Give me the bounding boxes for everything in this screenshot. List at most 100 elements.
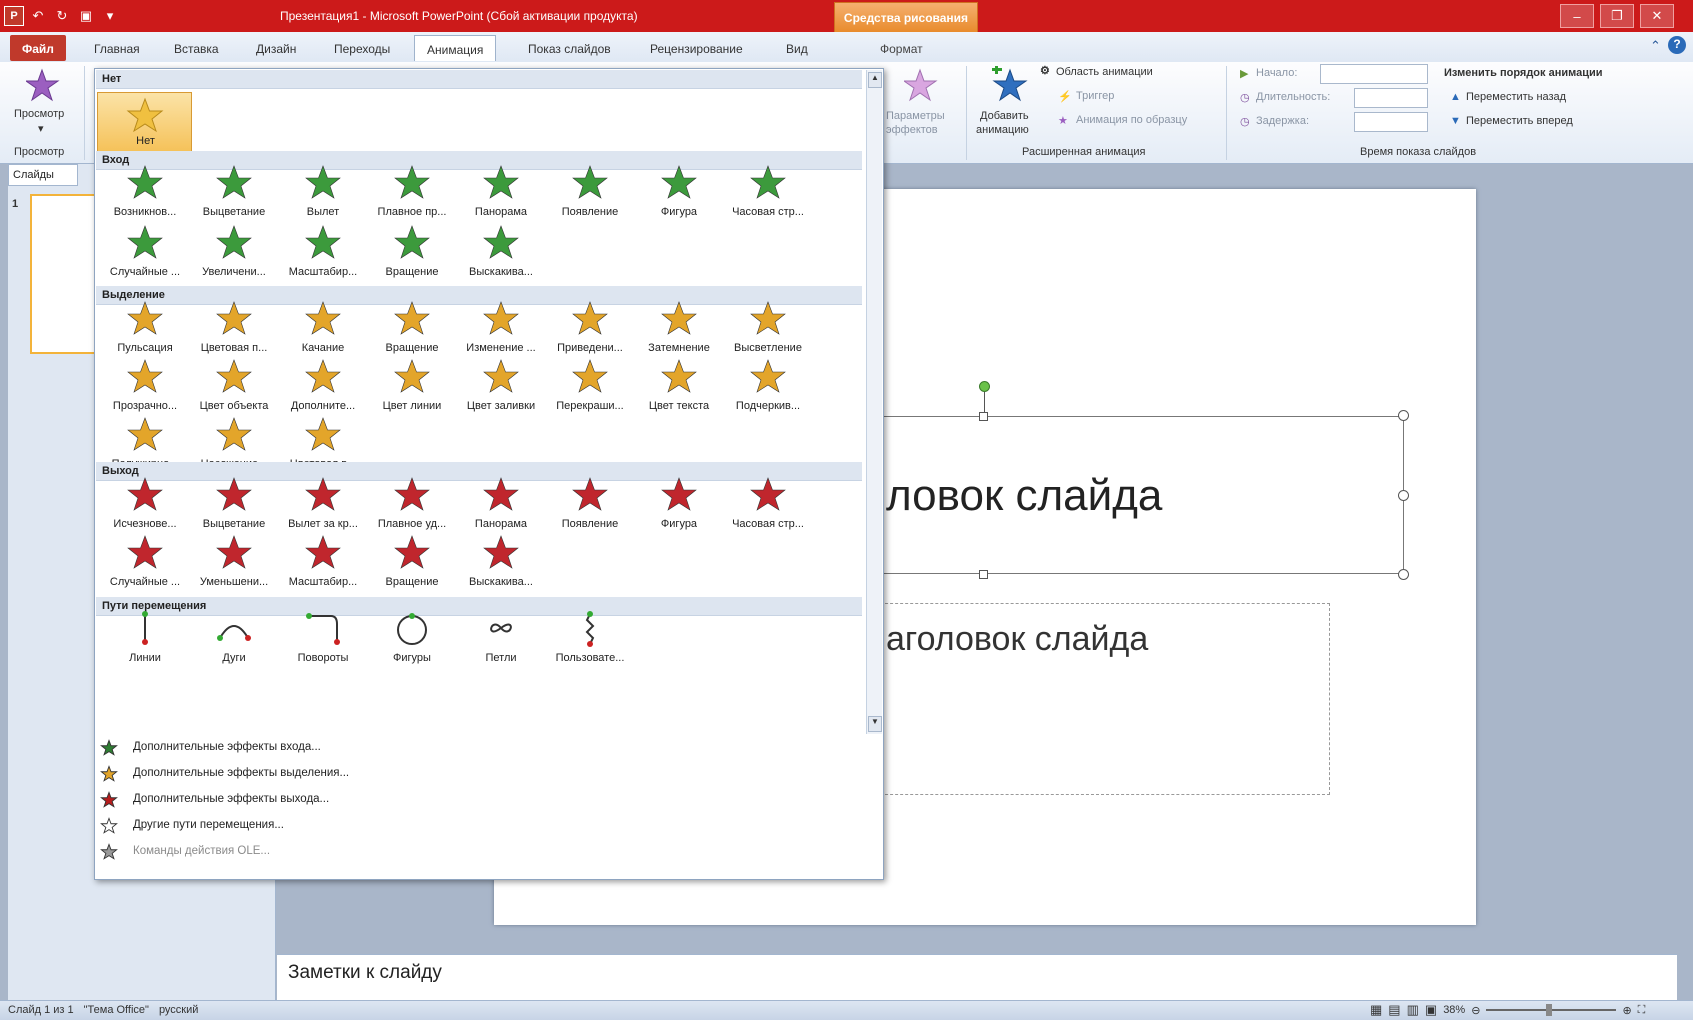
minimize-icon[interactable]: – (1560, 4, 1594, 28)
animation-item[interactable]: Цвет заливки (453, 356, 549, 418)
delay-spinner[interactable] (1354, 112, 1428, 132)
save-icon[interactable]: ▣ (76, 6, 96, 26)
add-animation-label-1[interactable]: Добавить (980, 110, 1029, 122)
effect-options-label-1[interactable]: Параметры (886, 110, 945, 122)
more-effects-item[interactable]: Дополнительные эффекты выхода... (96, 788, 862, 813)
more-effects-item[interactable]: Другие пути перемещения... (96, 814, 862, 839)
undo-icon[interactable]: ↶ (28, 6, 48, 26)
animation-item[interactable]: Петли (453, 608, 549, 670)
zoom-level[interactable]: 38% (1443, 1004, 1465, 1016)
animation-item[interactable]: Приведени... (542, 298, 638, 360)
sorter-view-icon[interactable]: ▤ (1388, 1002, 1400, 1018)
animation-item[interactable]: Панорама (453, 474, 549, 536)
animation-item[interactable]: Вылет (275, 162, 371, 224)
animation-painter-button[interactable]: Анимация по образцу (1076, 114, 1187, 126)
animation-item[interactable]: Плавное уд... (364, 474, 460, 536)
scroll-up-icon[interactable]: ▲ (868, 72, 882, 88)
effect-options-label-2[interactable]: эффектов (886, 124, 938, 136)
animation-item[interactable]: Пользовате... (542, 608, 638, 670)
resize-handle[interactable] (979, 570, 988, 579)
help-icon[interactable]: ? (1668, 36, 1686, 54)
tab-format[interactable]: Формат (868, 35, 935, 61)
animation-item[interactable]: Дуги (186, 608, 282, 670)
restore-icon[interactable]: ❐ (1600, 4, 1634, 28)
add-animation-icon[interactable] (990, 66, 1028, 102)
animation-item[interactable]: Фигура (631, 162, 727, 224)
move-later-button[interactable]: Переместить вперед (1466, 115, 1573, 127)
reading-view-icon[interactable]: ▥ (1407, 1002, 1419, 1018)
fit-window-icon[interactable]: ⛶ (1638, 1004, 1646, 1017)
scroll-down-icon[interactable]: ▼ (868, 716, 882, 732)
animation-item[interactable]: Вращение (364, 298, 460, 360)
notes-pane[interactable] (277, 954, 1677, 1000)
animation-painter-icon[interactable]: ★ (1058, 114, 1068, 127)
tab-file[interactable]: Файл (10, 35, 66, 61)
animation-item[interactable]: Затемнение (631, 298, 727, 360)
rotation-handle[interactable] (979, 381, 990, 392)
powerpoint-app-icon[interactable]: P (4, 6, 24, 26)
duration-spinner[interactable] (1354, 88, 1428, 108)
animation-item[interactable]: Пульсация (97, 298, 193, 360)
animation-item[interactable]: Выскакива... (453, 222, 549, 284)
resize-handle[interactable] (1398, 490, 1409, 501)
resize-handle[interactable] (1398, 569, 1409, 580)
tab-insert[interactable]: Вставка (162, 35, 231, 61)
animation-item[interactable]: Масштабир... (275, 222, 371, 284)
zoom-out-icon[interactable]: ⊖ (1471, 1004, 1480, 1017)
animation-item[interactable]: Перекраши... (542, 356, 638, 418)
status-theme[interactable]: "Тема Office" (84, 1004, 149, 1016)
animation-item[interactable]: Увеличени... (186, 222, 282, 284)
preview-button[interactable]: Просмотр (14, 108, 64, 120)
animation-pane-icon[interactable]: ⚙ (1040, 64, 1050, 77)
tab-home[interactable]: Главная (82, 35, 152, 61)
preview-star-icon[interactable] (26, 68, 62, 102)
animation-item[interactable]: Дополните... (275, 356, 371, 418)
minimize-ribbon-icon[interactable]: ⌃ (1650, 38, 1661, 54)
zoom-in-icon[interactable]: ⊕ (1622, 1004, 1631, 1017)
animation-item[interactable]: Панорама (453, 162, 549, 224)
animation-item[interactable]: Фигура (631, 474, 727, 536)
animation-pane-button[interactable]: Область анимации (1056, 66, 1153, 78)
resize-handle[interactable] (979, 412, 988, 421)
move-later-icon[interactable]: ▼ (1450, 115, 1461, 127)
animation-item[interactable]: Масштабир... (275, 532, 371, 594)
resize-handle[interactable] (1398, 410, 1409, 421)
animation-item[interactable]: Подчеркив... (720, 356, 816, 418)
redo-icon[interactable]: ↻ (52, 6, 72, 26)
animation-item[interactable]: Цветовая п... (186, 298, 282, 360)
zoom-slider[interactable] (1486, 1004, 1617, 1016)
gallery-scrollbar[interactable]: ▲ ▼ (866, 70, 882, 734)
slideshow-view-icon[interactable]: ▣ (1425, 1002, 1437, 1018)
tab-slides[interactable]: Слайды (8, 164, 78, 186)
slide-title-text[interactable]: ловок слайда (886, 471, 1162, 521)
animation-item[interactable]: Прозрачно... (97, 356, 193, 418)
tab-review[interactable]: Рецензирование (638, 35, 755, 61)
tab-slideshow[interactable]: Показ слайдов (516, 35, 623, 61)
animation-item[interactable]: Высветление (720, 298, 816, 360)
animation-item[interactable]: Цвет текста (631, 356, 727, 418)
animation-none[interactable]: Нет (97, 92, 192, 152)
animation-item[interactable]: Цвет объекта (186, 356, 282, 418)
animation-item[interactable]: Появление (542, 474, 638, 536)
animation-item[interactable]: Случайные ... (97, 222, 193, 284)
animation-item[interactable]: Вылет за кр... (275, 474, 371, 536)
tab-animations[interactable]: Анимация (414, 35, 497, 61)
tab-view[interactable]: Вид (774, 35, 820, 61)
animation-item[interactable]: Возникнов... (97, 162, 193, 224)
preview-dropdown-icon[interactable]: ▾ (38, 122, 44, 135)
animation-item[interactable]: Повороты (275, 608, 371, 670)
add-animation-label-2[interactable]: анимацию (976, 124, 1029, 136)
animation-item[interactable]: Выцветание (186, 474, 282, 536)
animation-item[interactable]: Качание (275, 298, 371, 360)
close-icon[interactable]: ✕ (1640, 4, 1674, 28)
animation-item[interactable]: Плавное пр... (364, 162, 460, 224)
customize-qat-icon[interactable]: ▾ (100, 6, 120, 26)
status-language[interactable]: русский (159, 1004, 198, 1016)
move-earlier-icon[interactable]: ▲ (1450, 91, 1461, 103)
slide-subtitle-text[interactable]: аголовок слайда (886, 620, 1148, 659)
animation-item[interactable]: Изменение ... (453, 298, 549, 360)
animation-item[interactable]: Цвет линии (364, 356, 460, 418)
animation-item[interactable]: Фигуры (364, 608, 460, 670)
animation-item[interactable]: Уменьшени... (186, 532, 282, 594)
animation-item[interactable]: Вращение (364, 532, 460, 594)
